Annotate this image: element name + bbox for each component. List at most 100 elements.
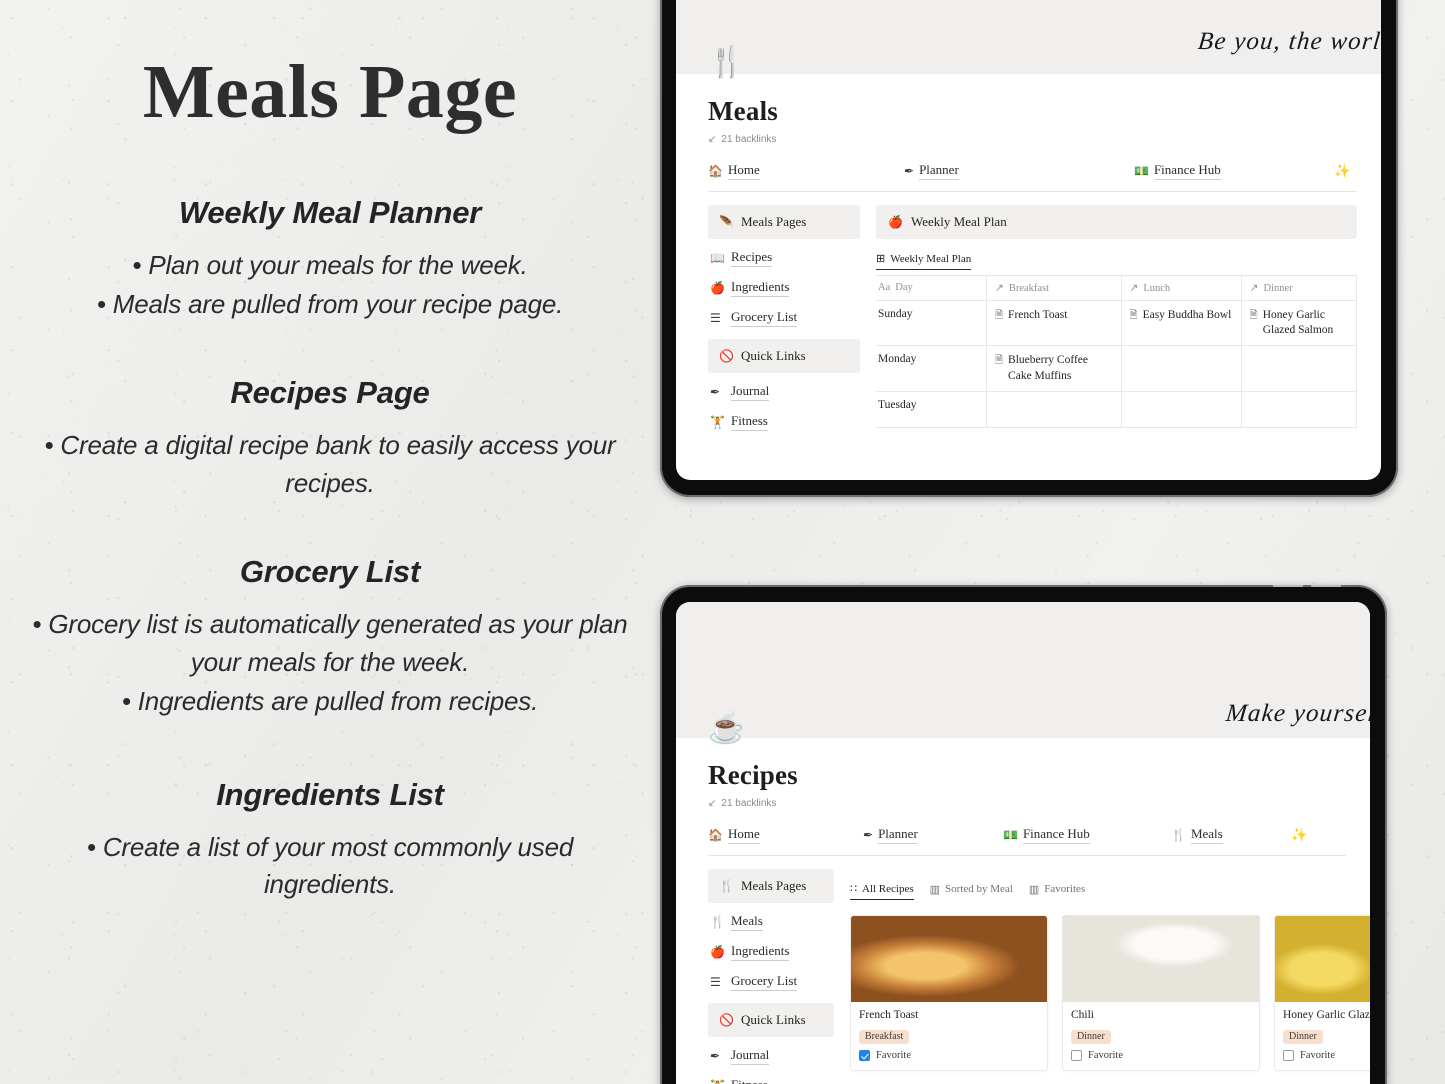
section-recipes-page: Recipes Page Create a digital recipe ban…: [30, 375, 630, 502]
favorite-row[interactable]: Favorite: [859, 1050, 1039, 1061]
recipe-meal-tag: Dinner: [1283, 1030, 1323, 1044]
sidebar-item-journal[interactable]: ✒ Journal: [708, 1041, 834, 1071]
view-tab-weekly-meal-plan[interactable]: ⊞ Weekly Meal Plan: [876, 252, 972, 270]
nav-link-planner[interactable]: ✒ Planner: [904, 162, 1134, 180]
sidebar-header-label: Meals Pages: [741, 214, 807, 229]
cell-text: Honey Garlic Glazed Salmon: [1262, 309, 1334, 337]
cell-dinner[interactable]: [1241, 390, 1358, 428]
favorite-row[interactable]: Favorite: [1071, 1050, 1251, 1061]
sidebar-item-label: Ingredients: [731, 279, 790, 297]
nav-label: Planner: [919, 162, 959, 180]
cell-day: Monday: [876, 345, 987, 392]
sidebar-item-ingredients[interactable]: 🍎 Ingredients: [708, 937, 834, 967]
nav-link-meals[interactable]: 🍴 Meals: [1171, 826, 1291, 844]
favorite-checkbox[interactable]: [1283, 1050, 1294, 1061]
sidebar-item-meals[interactable]: 🍴 Meals: [708, 907, 834, 937]
favorite-checkbox[interactable]: [1071, 1050, 1082, 1061]
nav-link-home[interactable]: 🏠 Home: [708, 162, 904, 180]
nav-link-planner[interactable]: ✒ Planner: [863, 826, 1003, 844]
table-row[interactable]: Tuesday: [876, 390, 1358, 428]
page-sidebar-meals: 🪶 Meals Pages 📖 Recipes 🍎 Ingredients ☰: [708, 205, 860, 437]
cell-lunch[interactable]: 🗎 Easy Buddha Bowl: [1121, 299, 1242, 347]
cell-lunch[interactable]: [1121, 345, 1242, 392]
cell-breakfast[interactable]: [986, 390, 1122, 428]
sparkle-icon[interactable]: ✨: [1334, 163, 1350, 179]
sidebar-item-journal[interactable]: ✒ Journal: [708, 377, 860, 407]
cell-dinner[interactable]: 🗎 Honey Garlic Glazed Salmon: [1241, 299, 1358, 347]
view-tab-all-recipes[interactable]: ∷ All Recipes: [850, 882, 914, 900]
sidebar-item-fitness[interactable]: 🏋 Fitness: [708, 407, 860, 437]
sidebar-item-ingredients[interactable]: 🍎 Ingredients: [708, 273, 860, 303]
info-panel: Meals Page Weekly Meal Planner Plan out …: [0, 0, 660, 1084]
recipe-card[interactable]: Chili Dinner Favorite: [1062, 915, 1260, 1071]
view-tab-favorites[interactable]: ▥ Favorites: [1029, 883, 1085, 900]
table-row[interactable]: Sunday 🗎 French Toast 🗎 Easy Buddha Bowl 🗎…: [876, 299, 1358, 347]
cell-breakfast[interactable]: 🗎 French Toast: [986, 299, 1122, 347]
favorite-row[interactable]: Favorite: [1283, 1050, 1370, 1061]
nav-label: Meals: [1190, 826, 1223, 844]
cell-text: French Toast: [1008, 309, 1068, 321]
nav-label: Finance Hub: [1153, 162, 1221, 180]
backlink-arrow-icon: ↙: [708, 798, 717, 809]
list-item: Plan out your meals for the week.: [30, 247, 630, 284]
money-icon: 💵: [1003, 828, 1018, 842]
sparkle-icon[interactable]: ✨: [1291, 827, 1307, 843]
recipe-meal-tag: Dinner: [1071, 1030, 1111, 1044]
view-tab-label: Sorted by Meal: [945, 883, 1013, 895]
volume-down-button[interactable]: [1311, 585, 1341, 587]
recipe-card[interactable]: French Toast Breakfast Favorite: [850, 915, 1048, 1071]
tablet-screen-recipes: Make yourself ☕ Recipes ↙ 21 backlinks 🏠…: [676, 602, 1370, 1084]
tablet-screen-meals: Be you, the worla 🍴 Meals ↙ 21 backlinks…: [676, 0, 1381, 480]
backlinks-row[interactable]: ↙ 21 backlinks: [708, 798, 1346, 809]
column-header-lunch[interactable]: ↗ Lunch: [1121, 275, 1242, 301]
backlinks-row[interactable]: ↙ 21 backlinks: [708, 134, 1357, 145]
cell-breakfast[interactable]: 🗎 Blueberry Coffee Cake Muffins: [986, 345, 1122, 392]
page-nav-row: 🏠 Home ✒ Planner 💵 Finance Hub ✨: [708, 162, 1357, 192]
cell-dinner[interactable]: [1241, 345, 1358, 392]
list-item: Create a digital recipe bank to easily a…: [30, 427, 630, 502]
backlinks-count: 21 backlinks: [721, 134, 777, 145]
list-icon: ☰: [710, 975, 721, 989]
recipe-photo: [1063, 916, 1259, 1002]
page-cover: Be you, the worla 🍴: [676, 0, 1381, 78]
favorite-checkbox[interactable]: [859, 1050, 870, 1061]
volume-up-button[interactable]: [1273, 585, 1303, 587]
cell-day: Sunday: [876, 299, 987, 347]
title-type-icon: Aa: [878, 282, 891, 293]
sidebar-item-fitness[interactable]: 🏋 Fitness: [708, 1071, 834, 1084]
home-icon: 🏠: [708, 828, 723, 842]
section-heading: Ingredients List: [216, 776, 444, 812]
database-view-tabs: ⊞ Weekly Meal Plan: [876, 252, 1357, 275]
weekly-meal-plan-table: Aa Day ↗ Breakfast ↗ Lunch ↗ Dinner Sund…: [876, 275, 1358, 428]
page-main-column: ∷ All Recipes ▥ Sorted by Meal ▥ Favorit…: [850, 869, 1370, 1084]
relation-arrow-icon: ↗: [995, 283, 1004, 294]
column-header-day[interactable]: Aa Day: [876, 275, 987, 301]
relation-arrow-icon: ↗: [1129, 283, 1139, 294]
leaf-icon: 🪶: [719, 215, 734, 229]
pen-icon: ✒: [863, 828, 874, 842]
column-header-breakfast[interactable]: ↗ Breakfast: [986, 275, 1122, 301]
gallery-view-icon: ∷: [850, 883, 857, 895]
cell-day: Tuesday: [876, 390, 987, 428]
page-content-row: 🍴 Meals Pages 🍴 Meals 🍎 Ingredients ☰ Gr…: [708, 869, 1370, 1084]
sidebar-item-recipes[interactable]: 📖 Recipes: [708, 243, 860, 273]
cell-lunch[interactable]: [1121, 390, 1242, 428]
column-header-dinner[interactable]: ↗ Dinner: [1241, 275, 1358, 301]
sidebar-header-meals-pages: 🍴 Meals Pages: [708, 869, 834, 903]
nav-link-finance-hub[interactable]: 💵 Finance Hub: [1134, 162, 1334, 180]
section-grocery-list: Grocery List Grocery list is automatical…: [30, 554, 630, 720]
sidebar-item-grocery-list[interactable]: ☰ Grocery List: [708, 303, 860, 333]
notion-page-title: Meals: [708, 96, 778, 126]
table-row[interactable]: Monday 🗎 Blueberry Coffee Cake Muffins: [876, 345, 1358, 392]
list-item: Create a list of your most commonly used…: [30, 829, 630, 904]
table-view-icon: ⊞: [876, 253, 886, 265]
dumbbell-icon: 🏋: [710, 415, 725, 429]
nav-link-home[interactable]: 🏠 Home: [708, 826, 863, 844]
view-tab-sorted-by-meal[interactable]: ▥ Sorted by Meal: [930, 883, 1013, 900]
cell-text: Blueberry Coffee Cake Muffins: [1008, 354, 1088, 382]
page-icon: 🗎: [995, 310, 1004, 321]
nav-link-finance-hub[interactable]: 💵 Finance Hub: [1003, 826, 1171, 844]
page-content-row: 🪶 Meals Pages 📖 Recipes 🍎 Ingredients ☰: [708, 205, 1358, 437]
sidebar-item-grocery-list[interactable]: ☰ Grocery List: [708, 967, 834, 997]
recipe-card[interactable]: Honey Garlic Glazed Dinner Favorite: [1274, 915, 1370, 1071]
